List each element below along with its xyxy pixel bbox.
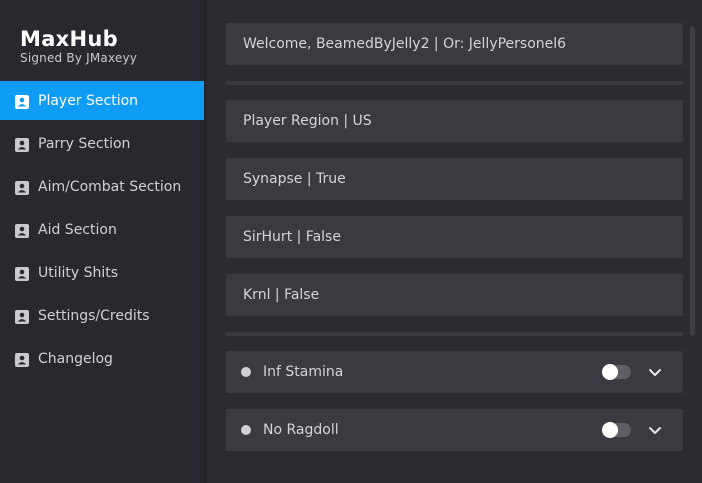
chevron-down-icon[interactable] — [647, 422, 663, 438]
sidebar-item-label: Changelog — [38, 350, 113, 367]
bullet-icon — [241, 425, 251, 435]
toggle-no-ragdoll[interactable]: No Ragdoll — [226, 409, 683, 451]
contact-icon — [15, 352, 29, 367]
sidebar-item-utility[interactable]: Utility Shits — [0, 253, 204, 292]
sidebar-item-aid-section[interactable]: Aid Section — [0, 210, 204, 249]
info-text: Krnl | False — [243, 287, 320, 303]
section-divider — [226, 332, 683, 336]
app-title: MaxHub — [20, 27, 118, 51]
contact-icon — [15, 137, 29, 152]
toggle-inf-stamina[interactable]: Inf Stamina — [226, 351, 683, 393]
sidebar-item-settings-credits[interactable]: Settings/Credits — [0, 296, 204, 335]
sidebar-item-player-section[interactable]: Player Section — [0, 81, 204, 120]
app-subtitle: Signed By JMaxeyy — [20, 51, 138, 65]
content-scrollbar[interactable] — [690, 26, 695, 336]
sidebar-item-parry-section[interactable]: Parry Section — [0, 124, 204, 163]
info-label-sirhurt: SirHurt | False — [226, 216, 683, 258]
contact-icon — [15, 266, 29, 281]
no-ragdoll-switch[interactable] — [602, 422, 631, 438]
hub-window: MaxHub Signed By JMaxeyy Player Section … — [0, 0, 702, 483]
info-text: SirHurt | False — [243, 229, 341, 245]
sidebar-item-label: Player Section — [38, 92, 139, 109]
sidebar-item-label: Aid Section — [38, 221, 117, 238]
sidebar-nav: Player Section Parry Section Aim/Combat … — [0, 81, 204, 382]
info-label-region: Player Region | US — [226, 100, 683, 142]
chevron-down-icon[interactable] — [647, 364, 663, 380]
info-label-krnl: Krnl | False — [226, 274, 683, 316]
contact-icon — [15, 180, 29, 195]
info-label-synapse: Synapse | True — [226, 158, 683, 200]
section-divider — [226, 81, 683, 85]
switch-knob — [602, 422, 618, 438]
sidebar-item-label: Parry Section — [38, 135, 131, 152]
sidebar-item-label: Settings/Credits — [38, 307, 150, 324]
welcome-label: Welcome, BeamedByJelly2 | Or: JellyPerso… — [226, 23, 683, 65]
sidebar-item-changelog[interactable]: Changelog — [0, 339, 204, 378]
bullet-icon — [241, 367, 251, 377]
sidebar-item-aim-combat-section[interactable]: Aim/Combat Section — [0, 167, 204, 206]
contact-icon — [15, 309, 29, 324]
toggle-label: No Ragdoll — [263, 422, 339, 438]
main-content: Welcome, BeamedByJelly2 | Or: JellyPerso… — [208, 0, 702, 483]
sidebar-item-label: Aim/Combat Section — [38, 178, 182, 195]
inf-stamina-switch[interactable] — [602, 364, 631, 380]
toggle-label: Inf Stamina — [263, 364, 344, 380]
sidebar-item-label: Utility Shits — [38, 264, 119, 281]
contact-icon — [15, 223, 29, 238]
info-text: Player Region | US — [243, 113, 372, 129]
sidebar: MaxHub Signed By JMaxeyy Player Section … — [0, 0, 204, 483]
switch-knob — [602, 364, 618, 380]
contact-icon — [15, 94, 29, 109]
welcome-text: Welcome, BeamedByJelly2 | Or: JellyPerso… — [243, 36, 567, 52]
info-text: Synapse | True — [243, 171, 346, 187]
